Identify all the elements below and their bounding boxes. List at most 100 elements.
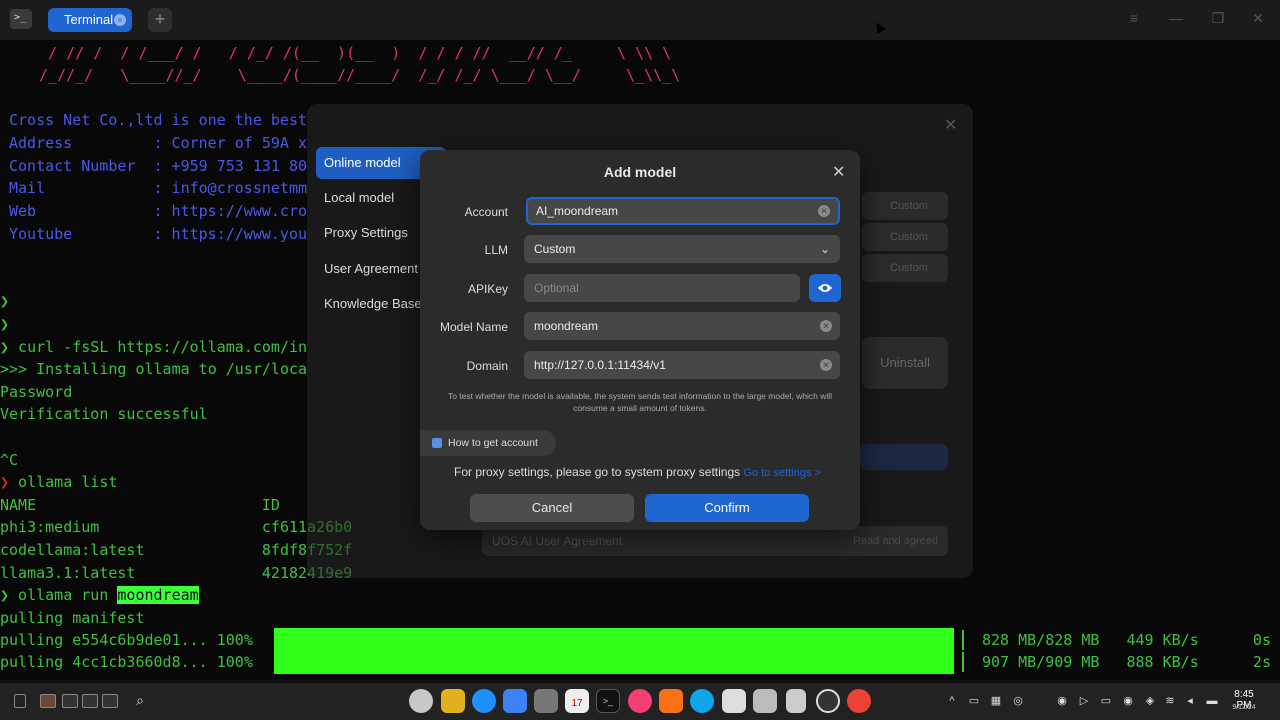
calendar-icon[interactable]: 17: [565, 689, 589, 713]
account-field[interactable]: AI_moondream ✕: [526, 197, 840, 225]
close-icon[interactable]: ✕: [832, 162, 845, 182]
table-row: codellama:latest 8fdf8f752f: [0, 541, 353, 559]
model-row-custom[interactable]: Custom: [862, 223, 948, 251]
proxy-text: For proxy settings, please go to system …: [454, 465, 744, 479]
clear-icon[interactable]: ✕: [820, 359, 832, 371]
chrome-icon[interactable]: [847, 689, 871, 713]
llm-value: Custom: [534, 242, 576, 256]
mouse-cursor-icon: [872, 20, 886, 34]
close-button[interactable]: ✕: [1248, 10, 1268, 27]
prompt: ❯: [0, 315, 10, 333]
cancel-button[interactable]: Cancel: [470, 494, 634, 522]
window-icon[interactable]: ▭: [968, 695, 980, 707]
show-password-button[interactable]: [809, 274, 841, 302]
terminal-icon[interactable]: >_: [596, 689, 620, 713]
agreement-label: UOS AI User Agreement: [492, 534, 623, 548]
network-icon[interactable]: ◈: [1144, 695, 1156, 707]
ascii-art-line: / // / / /___/ / / /_/ /(__ )(__ ) / / /…: [30, 44, 672, 62]
record-icon[interactable]: ◉: [1056, 695, 1068, 707]
apikey-field[interactable]: Optional: [524, 274, 800, 302]
keyboard-icon[interactable]: ▦: [990, 695, 1002, 707]
workspace-thumbnail[interactable]: [40, 694, 56, 708]
dialog-title: Add model: [603, 164, 677, 180]
clipboard-icon[interactable]: [14, 694, 26, 708]
how-to-get-account-button[interactable]: How to get account: [420, 430, 556, 456]
confirm-button[interactable]: Confirm: [645, 494, 809, 522]
workspace-thumbnail[interactable]: [102, 694, 118, 708]
terminal-app-icon[interactable]: >_: [10, 9, 32, 29]
company-line: Cross Net Co.,ltd is one the best: [9, 111, 308, 129]
info-address: Address : Corner of 59A x: [9, 134, 308, 152]
clear-icon[interactable]: ✕: [820, 320, 832, 332]
new-tab-button[interactable]: +: [148, 8, 172, 32]
wifi-icon[interactable]: ≋: [1164, 695, 1176, 707]
clear-icon[interactable]: ✕: [818, 205, 830, 217]
document-icon[interactable]: [722, 689, 746, 713]
battery-icon[interactable]: ▬: [1206, 695, 1218, 707]
terminal-titlebar: >_ Terminal × + ≡ — ❐ ✕: [0, 0, 1280, 40]
table-row: llama3.1:latest 42182419e9: [0, 564, 353, 582]
tab-terminal[interactable]: Terminal ×: [48, 8, 132, 32]
settings-close-icon[interactable]: ✕: [944, 115, 957, 135]
progress-bar: [274, 628, 954, 652]
agreement-status: Read and agreed: [852, 535, 938, 547]
search-icon[interactable]: ⌕: [134, 693, 146, 707]
divider: [962, 652, 964, 672]
agreement-row[interactable]: UOS AI User Agreement Read and agreed: [482, 526, 948, 556]
model-row-custom[interactable]: Custom: [862, 254, 948, 282]
file-manager-icon[interactable]: [441, 689, 465, 713]
pull-progress-label: pulling 4cc1cb3660d8... 100%: [0, 653, 253, 671]
model-row-custom[interactable]: Custom: [862, 192, 948, 220]
output-line: >>> Installing ollama to /usr/loca: [0, 360, 308, 378]
prompt: ❯: [0, 292, 10, 310]
uninstall-button[interactable]: Uninstall: [862, 337, 948, 389]
selected-text[interactable]: moondream: [117, 586, 199, 604]
minimize-button[interactable]: —: [1166, 10, 1186, 26]
model-name-field[interactable]: moondream ✕: [524, 312, 840, 340]
settings-icon[interactable]: [534, 689, 558, 713]
llm-select[interactable]: Custom ⌄: [524, 235, 840, 263]
book-icon: [432, 438, 442, 448]
eye-icon: [818, 284, 832, 292]
menu-icon[interactable]: ≡: [1124, 10, 1144, 26]
obs-icon[interactable]: [816, 689, 840, 713]
screen-icon[interactable]: ▭: [1100, 695, 1112, 707]
model-name-value: moondream: [534, 319, 599, 333]
tab-close-icon[interactable]: ×: [114, 14, 126, 26]
output-line: pulling manifest: [0, 609, 145, 627]
date: 9/12/24: [1232, 704, 1256, 711]
info-web: Web : https://www.cro: [9, 202, 308, 220]
notes-icon[interactable]: [753, 689, 777, 713]
browser-icon[interactable]: [472, 689, 496, 713]
how-to-label: How to get account: [448, 437, 538, 449]
domain-field[interactable]: http://127.0.0.1:11434/v1 ✕: [524, 351, 840, 379]
ascii-art-line: /_//_/ \____//_/ \____/(____//____/ /_/ …: [30, 66, 681, 84]
workspace-thumbnail[interactable]: [82, 694, 98, 708]
launcher-icon[interactable]: [409, 689, 433, 713]
media-icon[interactable]: ▷: [1078, 695, 1090, 707]
volume-icon[interactable]: ◂: [1184, 695, 1196, 707]
output-line: ^C: [0, 451, 19, 469]
trash-icon[interactable]: [786, 689, 806, 713]
command-line: ❯ curl -fsSL https://ollama.com/in: [0, 338, 308, 356]
music-icon[interactable]: [628, 689, 652, 713]
finder-icon[interactable]: [503, 689, 527, 713]
apikey-placeholder: Optional: [534, 281, 579, 295]
domain-label: Domain: [466, 359, 508, 373]
background-action-button[interactable]: [860, 444, 948, 470]
store-icon[interactable]: [659, 689, 683, 713]
fingerprint-icon[interactable]: ◎: [1012, 695, 1024, 707]
table-row: phi3:medium cf611a26b0: [0, 518, 353, 536]
workspace-thumbnail[interactable]: [62, 694, 78, 708]
output-line: Verification successful: [0, 405, 208, 423]
table-header: NAME ID: [0, 496, 280, 514]
command-text: ❯ ollama run: [0, 586, 118, 604]
go-to-settings-link[interactable]: Go to settings >: [743, 467, 820, 479]
obs-tray-icon[interactable]: ◉: [1122, 695, 1134, 707]
edge-browser-icon[interactable]: [690, 689, 714, 713]
test-info-note: To test whether the model is available, …: [447, 391, 833, 413]
chevron-up-icon[interactable]: ^: [946, 695, 958, 707]
maximize-button[interactable]: ❐: [1208, 10, 1228, 27]
apikey-label: APIKey: [467, 282, 508, 296]
command-text: ollama list: [9, 473, 118, 491]
